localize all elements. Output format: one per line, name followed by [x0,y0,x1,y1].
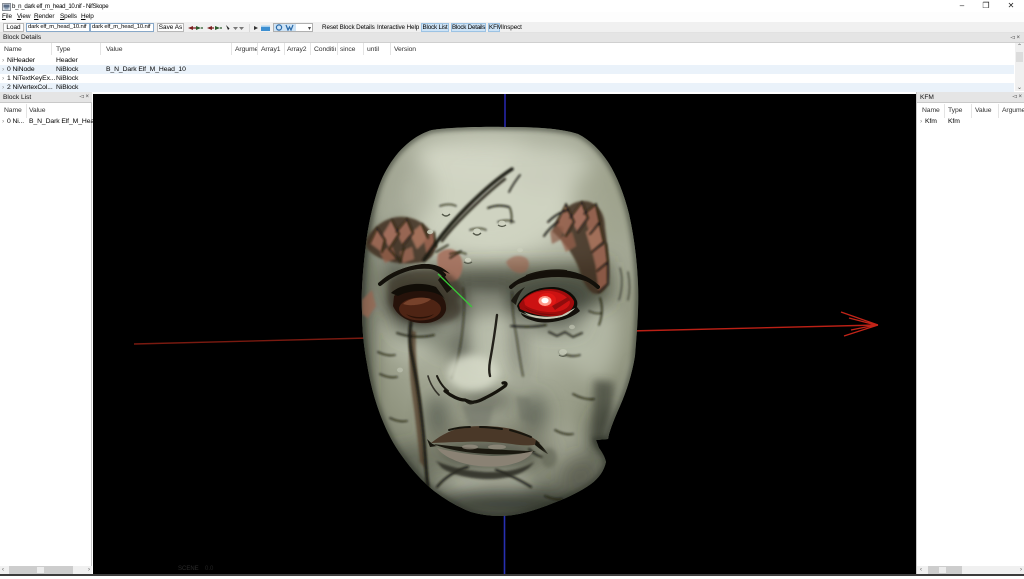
svg-text:0.0: 0.0 [205,566,214,572]
svg-text:SCENE: SCENE [178,566,199,572]
